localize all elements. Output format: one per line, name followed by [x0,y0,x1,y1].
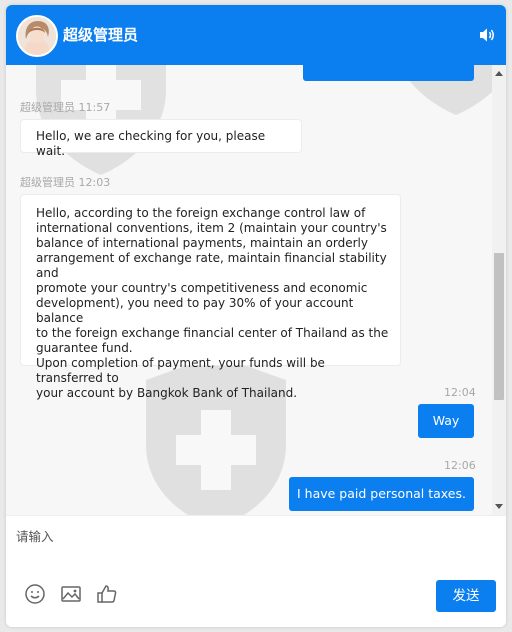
chat-header: 超级管理员 [6,5,506,65]
chat-bubble-outgoing: I have paid personal taxes. [289,477,474,511]
message-scrollbar[interactable] [492,65,506,515]
message-line: guarantee fund. [36,341,133,355]
agent-avatar [16,15,58,57]
message-line: development), you need to pay 30% of you… [36,296,354,325]
message-line: balance of international payments, maint… [36,236,368,250]
header-title: 超级管理员 [63,26,139,44]
scroll-up-arrow-icon[interactable] [495,71,503,76]
message-line: your account by Bangkok Bank of Thailand… [36,386,298,400]
image-icon[interactable] [60,583,82,605]
message-meta: 超级管理员 11:57 [20,99,110,115]
message-time: 12:04 [444,386,476,399]
chat-window: 超级管理员 超级管理员 11:57 Hello, we are checking… [6,5,506,627]
message-input[interactable]: 请输入 [16,526,54,545]
sender-name: 超级管理员 [20,101,75,114]
smiley-icon[interactable] [24,583,46,605]
thumbs-up-icon[interactable] [96,583,118,605]
message-text: I have paid personal taxes. [297,486,466,501]
message-line: to the foreign exchange financial center… [36,326,389,340]
sender-name: 超级管理员 [20,176,75,189]
message-line: Upon completion of payment, your funds w… [36,356,325,385]
scroll-thumb[interactable] [494,253,504,400]
message-line: arrangement of exchange rate, maintain f… [36,251,387,280]
message-input-area[interactable]: 请输入 发送 [6,515,506,627]
message-line: international conventions, item 2 (maint… [36,221,387,235]
chat-bubble-incoming: Hello, we are checking for you, please w… [20,119,302,158]
speaker-icon[interactable] [478,26,496,44]
message-line: Hello, according to the foreign exchange… [36,206,366,220]
chat-bubble-incoming: Hello, according to the foreign exchange… [20,194,401,400]
message-text: Hello, we are checking for you, please w… [36,129,266,158]
message-time: 11:57 [78,101,111,114]
message-line: promote your country's competitiveness a… [36,281,368,295]
message-text: Way [432,413,460,428]
message-meta: 超级管理员 12:03 [20,174,110,190]
message-list[interactable]: 超级管理员 11:57 Hello, we are checking for y… [6,65,492,515]
chat-bubble-outgoing: Way [418,404,474,438]
scroll-down-arrow-icon[interactable] [495,504,503,509]
message-time: 12:06 [444,459,476,472]
send-button[interactable]: 发送 [436,580,496,612]
message-time: 12:03 [78,176,111,189]
chat-bubble-outgoing [303,65,474,81]
